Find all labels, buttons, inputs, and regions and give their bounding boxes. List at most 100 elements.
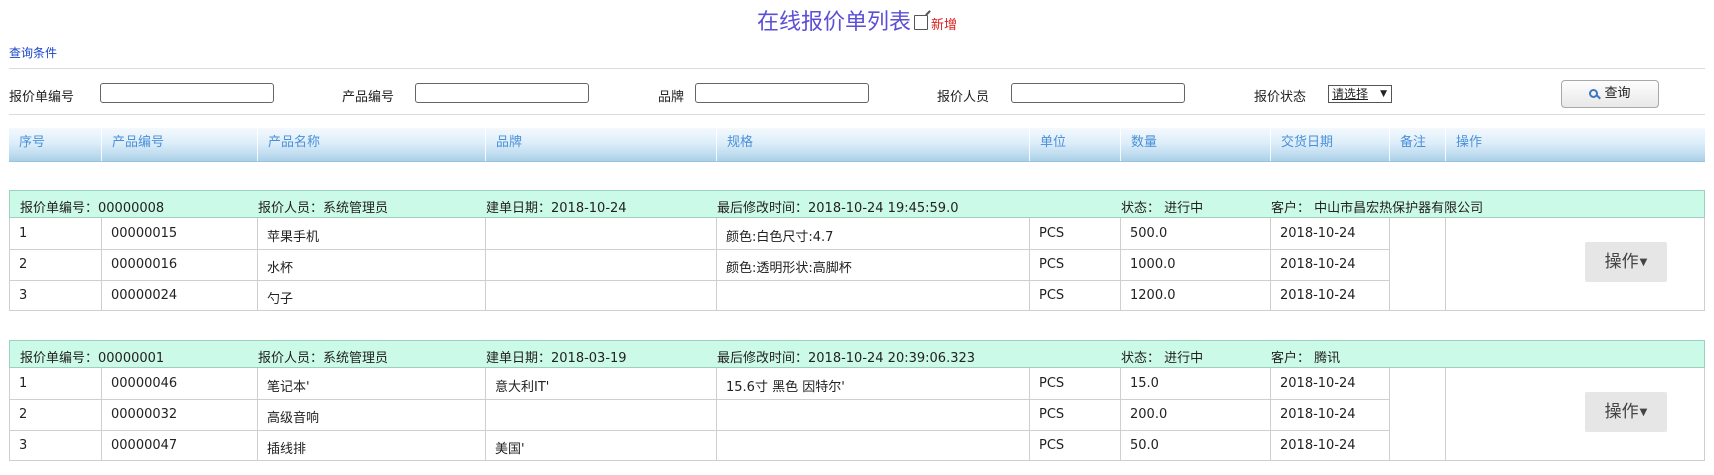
- order-header: 报价单编号：00000001 报价人员：系统管理员 建单日期：2018-03-1…: [9, 340, 1705, 368]
- status-select-value: 请选择: [1332, 87, 1369, 101]
- cell-seq: 1: [19, 376, 28, 391]
- grid-line: [716, 368, 717, 461]
- cell-product-name: 苹果手机: [267, 230, 320, 245]
- add-new-link[interactable]: 新增: [931, 18, 957, 33]
- column-header-action: 操作: [1445, 128, 1705, 161]
- cell-qty: 500.0: [1130, 226, 1168, 241]
- cell-qty: 200.0: [1130, 407, 1168, 422]
- order-number: 报价单编号：00000001: [20, 351, 165, 366]
- grid-line: [101, 368, 102, 461]
- cell-spec: 颜色:白色尺寸:4.7: [726, 230, 834, 245]
- page-title: 在线报价单列表: [756, 10, 911, 35]
- order-items-table: 1 00000015 苹果手机 颜色:白色尺寸:4.7 PCS 500.0 20…: [9, 218, 1705, 311]
- staff-input[interactable]: [1011, 83, 1185, 103]
- cell-product-name: 笔记本': [267, 380, 310, 395]
- brand-label: 品牌: [658, 90, 685, 105]
- cell-seq: 3: [19, 288, 28, 303]
- order-modified-time: 最后修改时间：2018-10-24 20:39:06.323: [717, 351, 976, 366]
- cell-product-no: 00000032: [111, 407, 178, 422]
- edit-new-icon[interactable]: [914, 15, 928, 30]
- order-number: 报价单编号：00000008: [20, 201, 165, 216]
- column-header-product-name: 产品名称: [257, 128, 485, 161]
- grid-line: [1445, 218, 1446, 311]
- cell-date: 2018-10-24: [1280, 257, 1356, 272]
- grid-line: [101, 218, 102, 311]
- grid-line: [1389, 218, 1390, 311]
- table-header: 序号 产品编号 产品名称 品牌 规格 单位 数量 交货日期 备注 操作: [9, 128, 1705, 162]
- cell-seq: 3: [19, 438, 28, 453]
- chevron-down-icon: ▼: [1380, 89, 1387, 99]
- grid-line: [9, 249, 1389, 250]
- cell-date: 2018-10-24: [1280, 288, 1356, 303]
- grid-line: [485, 218, 486, 311]
- grid-line: [1270, 218, 1271, 311]
- divider: [9, 68, 1705, 69]
- search-button[interactable]: 查询: [1561, 80, 1659, 108]
- grid-line: [257, 218, 258, 311]
- query-conditions-toggle[interactable]: 查询条件: [9, 44, 57, 61]
- cell-unit: PCS: [1039, 226, 1065, 241]
- product-no-label: 产品编号: [342, 90, 395, 105]
- column-header-spec: 规格: [716, 128, 1029, 161]
- column-header-seq: 序号: [19, 135, 46, 150]
- grid-line: [1029, 368, 1030, 461]
- order-staff: 报价人员：系统管理员: [258, 351, 389, 366]
- search-form: 报价单编号 产品编号 品牌 报价人员 报价状态 请选择 ▼ 查询: [9, 80, 1709, 108]
- operation-dropdown-button[interactable]: 操作▼: [1585, 242, 1667, 282]
- staff-label: 报价人员: [937, 90, 990, 105]
- cell-qty: 50.0: [1130, 438, 1159, 453]
- grid-line: [485, 368, 486, 461]
- grid-line: [9, 399, 1389, 400]
- grid-line: [716, 218, 717, 311]
- order-created-date: 建单日期：2018-03-19: [486, 351, 627, 366]
- column-header-qty: 数量: [1120, 128, 1270, 161]
- brand-input[interactable]: [695, 83, 869, 103]
- grid-line: [1270, 368, 1271, 461]
- order-customer: 客户： 中山市昌宏热保护器有限公司: [1271, 201, 1484, 216]
- grid-line: [1445, 368, 1446, 461]
- cell-unit: PCS: [1039, 376, 1065, 391]
- product-no-input[interactable]: [415, 83, 589, 103]
- cell-qty: 15.0: [1130, 376, 1159, 391]
- cell-product-name: 勺子: [267, 292, 294, 307]
- grid-line: [9, 280, 1389, 281]
- order-status: 状态： 进行中: [1121, 201, 1204, 216]
- grid-line: [257, 368, 258, 461]
- cell-product-name: 水杯: [267, 261, 294, 276]
- cell-date: 2018-10-24: [1280, 438, 1356, 453]
- grid-line: [1120, 368, 1121, 461]
- page-title-bar: 在线报价单列表 新增: [0, 4, 1714, 36]
- cell-product-name: 高级音响: [267, 411, 320, 426]
- grid-line: [1389, 368, 1390, 461]
- cell-unit: PCS: [1039, 407, 1065, 422]
- cell-seq: 1: [19, 226, 28, 241]
- grid-line: [9, 368, 10, 461]
- grid-line: [1029, 218, 1030, 311]
- column-header-product-no: 产品编号: [101, 128, 257, 161]
- caret-down-icon: ▼: [1639, 257, 1648, 268]
- cell-seq: 2: [19, 257, 28, 272]
- grid-line: [9, 430, 1389, 431]
- divider: [9, 114, 1705, 115]
- order-no-input[interactable]: [100, 83, 274, 103]
- order-staff: 报价人员：系统管理员: [258, 201, 389, 216]
- operation-button-label: 操作: [1604, 252, 1639, 272]
- cell-product-no: 00000047: [111, 438, 178, 453]
- operation-button-label: 操作: [1604, 402, 1639, 422]
- status-label: 报价状态: [1254, 90, 1307, 105]
- cell-product-no: 00000015: [111, 226, 178, 241]
- search-button-label: 查询: [1604, 86, 1631, 101]
- cell-product-no: 00000046: [111, 376, 178, 391]
- cell-product-no: 00000024: [111, 288, 178, 303]
- grid-line: [1704, 218, 1705, 311]
- order-modified-time: 最后修改时间：2018-10-24 19:45:59.0: [717, 201, 959, 216]
- cell-brand: 美国': [495, 442, 525, 457]
- order-status: 状态： 进行中: [1121, 351, 1204, 366]
- cell-spec: 颜色:透明形状:高脚杯: [726, 261, 852, 276]
- operation-dropdown-button[interactable]: 操作▼: [1585, 392, 1667, 432]
- cell-seq: 2: [19, 407, 28, 422]
- cell-brand: 意大利IT': [495, 380, 550, 395]
- cell-unit: PCS: [1039, 288, 1065, 303]
- status-select[interactable]: 请选择 ▼: [1328, 85, 1392, 103]
- cell-date: 2018-10-24: [1280, 407, 1356, 422]
